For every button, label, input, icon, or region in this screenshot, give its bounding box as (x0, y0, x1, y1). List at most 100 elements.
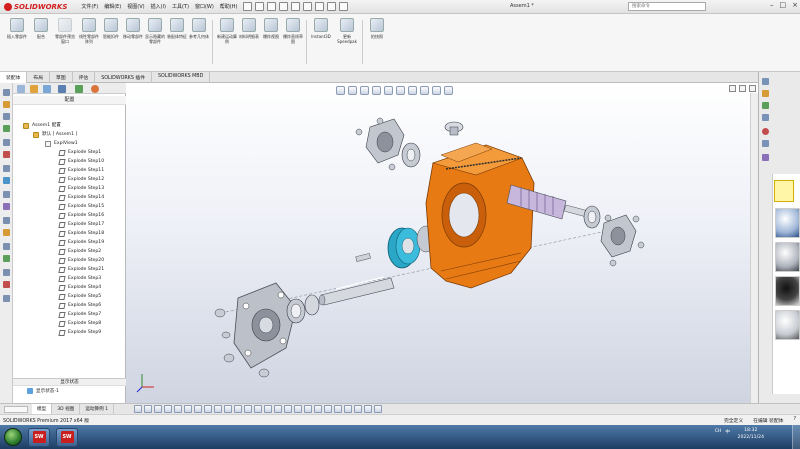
menu-help[interactable]: 帮助(H) (220, 3, 238, 10)
single-view-icon[interactable] (234, 405, 243, 413)
print-icon[interactable] (279, 2, 289, 11)
dimxpert-tab-icon[interactable] (75, 85, 83, 93)
configurationmanager-tab-icon[interactable] (58, 85, 66, 93)
component-preview-button[interactable]: 零部件预览窗口 (54, 18, 76, 44)
new-document-icon[interactable] (243, 2, 253, 11)
graphics-area[interactable] (126, 83, 758, 403)
tree-item[interactable]: Explode Step3 (58, 274, 101, 283)
back-view-icon[interactable] (144, 405, 153, 413)
four-view-icon[interactable] (254, 405, 263, 413)
tree-item[interactable]: Explode Step8 (58, 319, 101, 328)
menu-view[interactable]: 视图(V) (127, 3, 144, 10)
featuremanager-tab-icon[interactable] (30, 85, 38, 93)
reference-geometry-button[interactable]: 参考几何体 (188, 18, 210, 39)
shaded-edges-icon[interactable] (274, 405, 283, 413)
tree-item[interactable]: Explode Step10 (58, 157, 104, 166)
view-palette-icon[interactable] (762, 114, 769, 121)
solidworks-logo[interactable]: SOLIDWORKS (4, 2, 67, 11)
cartoon-icon[interactable] (354, 405, 363, 413)
rebuild-icon[interactable] (315, 2, 325, 11)
taskbar-solidworks-app[interactable]: SW (28, 427, 50, 447)
move-component-button[interactable]: 移动零部件 (122, 18, 144, 39)
file-properties-icon[interactable] (327, 2, 337, 11)
options-gear-icon[interactable] (339, 2, 349, 11)
menu-tools[interactable]: 工具(T) (172, 3, 189, 10)
tab-scroll-buttons[interactable] (4, 405, 28, 413)
normal-to-icon[interactable] (224, 405, 233, 413)
mate-button[interactable]: 配合 (30, 18, 52, 39)
rectangle-icon[interactable] (3, 139, 10, 146)
revolve-icon[interactable] (3, 243, 10, 250)
isometric-view-icon[interactable] (194, 405, 203, 413)
show-desktop-button[interactable] (792, 425, 800, 449)
tree-item[interactable]: Explode Step15 (58, 202, 104, 211)
instant3d-button[interactable]: Instant3D (308, 18, 334, 39)
right-view-icon[interactable] (164, 405, 173, 413)
tab-sketch[interactable]: 草图 (50, 72, 73, 83)
tab-3d-views[interactable]: 3D 视图 (52, 403, 81, 415)
solidworks-forum-icon[interactable] (762, 154, 769, 161)
camera-icon[interactable] (364, 405, 373, 413)
tree-item[interactable]: ExplView1 (45, 139, 78, 148)
minimize-icon[interactable]: – (770, 1, 774, 9)
trim-icon[interactable] (3, 191, 10, 198)
sketch-line-icon[interactable] (3, 113, 10, 120)
wireframe-icon[interactable] (304, 405, 313, 413)
save-icon[interactable] (267, 2, 277, 11)
input-language[interactable]: CH 中 (715, 429, 730, 435)
hidden-lines-icon[interactable] (294, 405, 303, 413)
tab-model[interactable]: 模型 (32, 403, 53, 415)
file-explorer-icon[interactable] (762, 102, 769, 109)
undo-icon[interactable] (291, 2, 301, 11)
tab-evaluate[interactable]: 评估 (73, 72, 96, 83)
tree-item[interactable]: Explode Step11 (58, 166, 104, 175)
appearance-swatch[interactable] (775, 242, 800, 272)
bom-button[interactable]: 材料明细表 (238, 18, 260, 39)
top-view-icon[interactable] (174, 405, 183, 413)
pattern-icon[interactable] (3, 217, 10, 224)
tab-mbd[interactable]: SOLIDWORKS MBD (152, 72, 211, 83)
dimetric-view-icon[interactable] (214, 405, 223, 413)
new-motion-study-button[interactable]: 新建运动算例 (216, 18, 238, 44)
feature-tool-icon[interactable] (3, 101, 10, 108)
tree-item[interactable]: Explode Step2 (58, 247, 101, 256)
tree-item[interactable]: Explode Step9 (58, 328, 101, 337)
tree-item[interactable]: Explode Step5 (58, 292, 101, 301)
tab-addins[interactable]: SOLIDWORKS 插件 (95, 72, 152, 83)
tree-item[interactable]: Explode Step20 (58, 256, 104, 265)
smart-dimension-icon[interactable] (3, 125, 10, 132)
tree-item[interactable]: Explode Step17 (58, 220, 104, 229)
help-icon[interactable]: ? (793, 417, 796, 424)
open-icon[interactable] (255, 2, 265, 11)
tree-item[interactable]: Explode Step14 (58, 193, 104, 202)
tree-item[interactable]: Explode Step1 (58, 148, 101, 157)
tree-item[interactable]: Explode Step4 (58, 283, 101, 292)
clock[interactable]: 18:32 2022/11/24 (738, 427, 764, 441)
appearance-swatch[interactable] (775, 276, 800, 306)
mirror-icon[interactable] (3, 203, 10, 210)
tree-item[interactable]: Explode Step19 (58, 238, 104, 247)
menu-insert[interactable]: 插入(I) (151, 3, 166, 10)
taskbar-solidworks-app-2[interactable]: SW (56, 427, 78, 447)
maximize-icon[interactable]: □ (780, 1, 787, 9)
tree-item[interactable]: Explode Step12 (58, 175, 104, 184)
link-views-icon[interactable] (264, 405, 273, 413)
left-view-icon[interactable] (154, 405, 163, 413)
appearance-swatch[interactable] (775, 208, 800, 238)
smart-fasteners-button[interactable]: 智能扣件 (100, 18, 122, 39)
front-view-icon[interactable] (134, 405, 143, 413)
displaymanager-tab-icon[interactable] (91, 85, 99, 93)
hole-wizard-icon[interactable] (3, 281, 10, 288)
design-library-icon[interactable] (762, 90, 769, 97)
ambient-occlusion-icon[interactable] (334, 405, 343, 413)
menu-window[interactable]: 窗口(W) (195, 3, 214, 10)
shadows-icon[interactable] (324, 405, 333, 413)
fillet-icon[interactable] (3, 255, 10, 262)
arc-icon[interactable] (3, 165, 10, 172)
linear-pattern-button[interactable]: 线性零部件阵列 (78, 18, 100, 44)
propertymanager-tab-icon[interactable] (43, 85, 51, 93)
tree-item[interactable]: Explode Step18 (58, 229, 104, 238)
tree-item[interactable]: Explode Step13 (58, 184, 104, 193)
display-state-item[interactable]: 显示状态-1 (27, 388, 59, 394)
appearance-swatch[interactable] (775, 310, 800, 340)
